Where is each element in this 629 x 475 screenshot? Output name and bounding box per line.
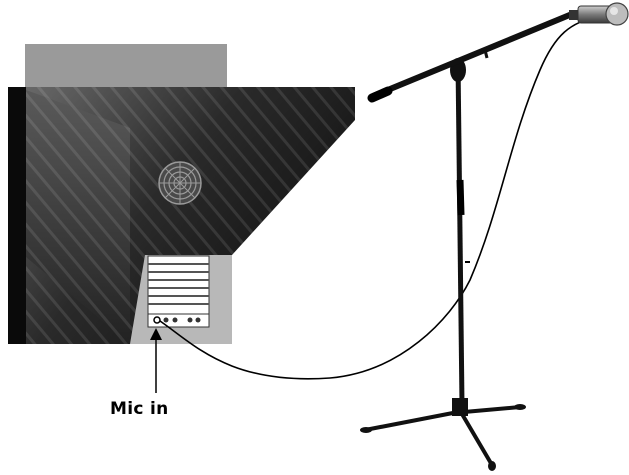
- tripod-leg-left: [364, 410, 459, 432]
- line-in-jack: [163, 317, 169, 323]
- boom-mic-stand: [360, 11, 574, 471]
- mic-in-callout-arrow: [150, 328, 162, 393]
- mic-grille: [605, 2, 629, 26]
- line-out-jack: [172, 317, 178, 323]
- boom-arm: [371, 11, 574, 99]
- aux-jack-2: [195, 317, 201, 323]
- mic-in-jack: [153, 316, 161, 324]
- aux-jack-1: [187, 317, 193, 323]
- tripod-leg-front: [460, 412, 494, 467]
- microphone-icon: [569, 2, 629, 26]
- tripod-leg-right: [463, 405, 521, 414]
- computer-tower: [8, 44, 355, 344]
- mic-in-label: Mic in: [110, 399, 169, 419]
- fan-grille-icon: [158, 161, 202, 205]
- case-left-edge: [8, 87, 26, 344]
- stand-pole: [455, 61, 465, 406]
- mic-setup-diagram: [8, 2, 629, 471]
- case-top-panel: [25, 44, 227, 90]
